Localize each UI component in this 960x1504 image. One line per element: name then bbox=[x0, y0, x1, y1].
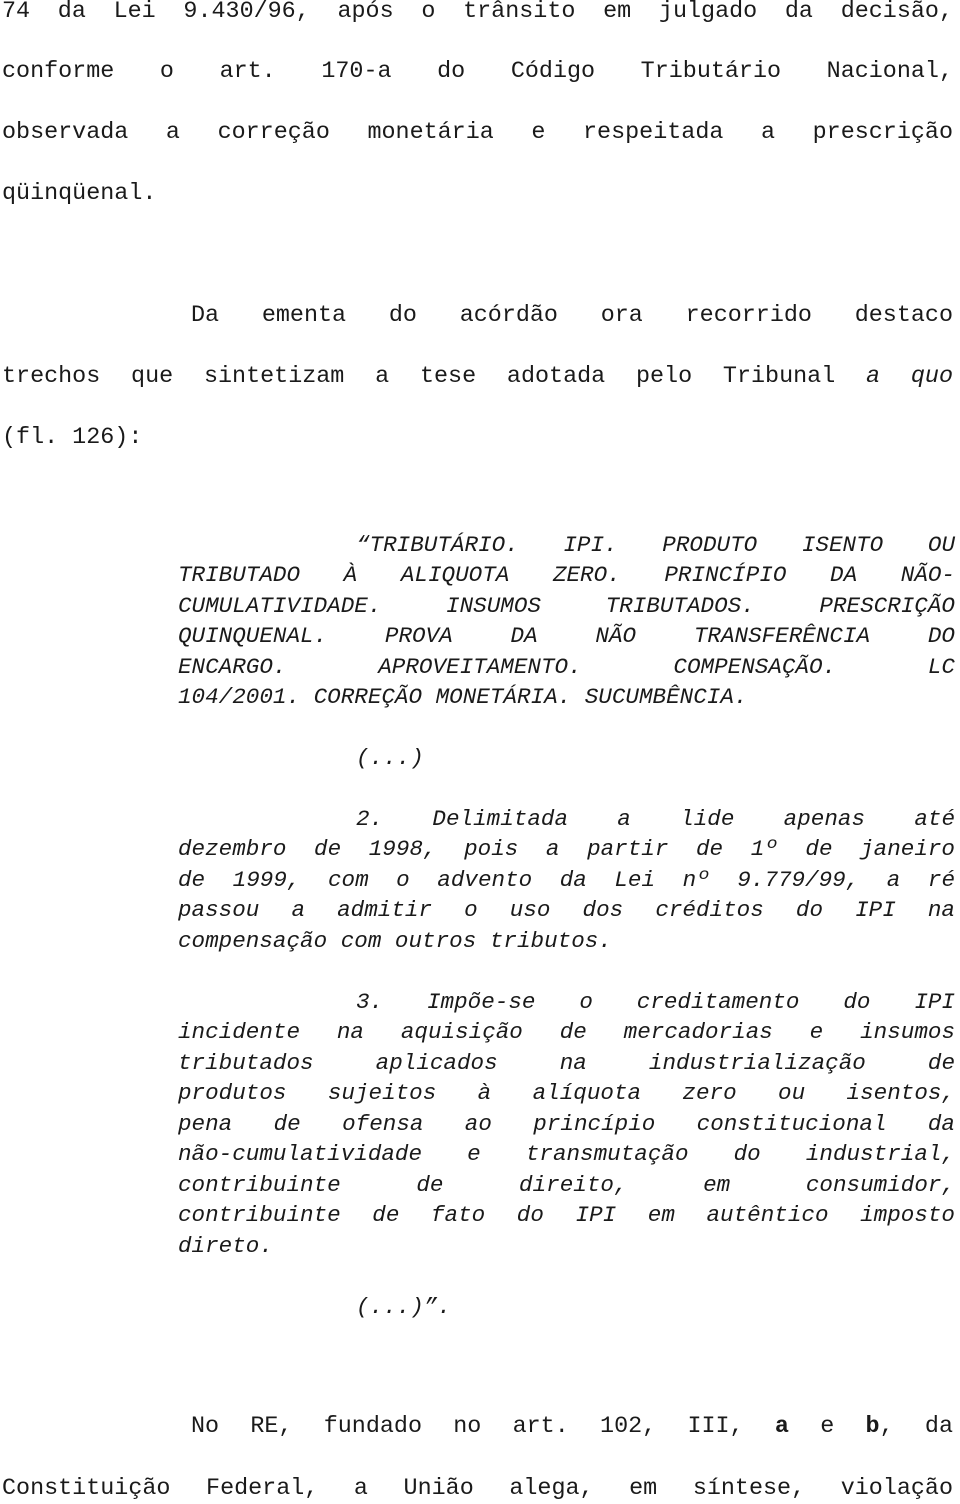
quote-item-3-line: tributados aplicados na industrialização… bbox=[178, 1050, 955, 1076]
quote-heading-line: QUINQUENAL. PROVA DA NÃO TRANSFERÊNCIA D… bbox=[178, 623, 955, 649]
latin-term: a quo bbox=[866, 364, 953, 390]
paragraph-2-text: trechos que sintetizam a tese adotada pe… bbox=[2, 364, 836, 390]
quote-item-2-line: de 1999, com o advento da Lei nº 9.779/9… bbox=[178, 867, 955, 893]
quote-item-3-line: incidente na aquisição de mercadorias e … bbox=[178, 1019, 955, 1045]
quote-item-3-line: direto. bbox=[178, 1233, 273, 1259]
paragraph-3-line: No RE, fundado no art. 102, III, a e b, … bbox=[191, 1412, 953, 1442]
paragraph-1-line: qüinqüenal. bbox=[2, 181, 157, 207]
paragraph-3-line: Constituição Federal, a União alega, em … bbox=[2, 1476, 953, 1502]
quote-heading-line: TRIBUTADO À ALIQUOTA ZERO. PRINCÍPIO DA … bbox=[178, 562, 955, 588]
quote-ellipsis-end: (...)”. bbox=[356, 1294, 451, 1320]
quote-heading-line: “TRIBUTÁRIO. IPI. PRODUTO ISENTO OU bbox=[356, 532, 955, 558]
paragraph-3-conj: e bbox=[820, 1414, 835, 1440]
quote-ellipsis: (...) bbox=[356, 745, 424, 771]
quote-item-3-line: pena de ofensa ao princípio constitucion… bbox=[178, 1111, 955, 1137]
quote-item-3-line: 3. Impõe-se o creditamento do IPI bbox=[356, 989, 955, 1015]
quote-item-2-line: dezembro de 1998, pois a partir de 1º de… bbox=[178, 836, 955, 862]
quote-item-3-line: não-cumulatividade e transmutação do ind… bbox=[178, 1141, 955, 1167]
paragraph-3-bold-a: a bbox=[774, 1414, 789, 1440]
paragraph-1-line: observada a correção monetária e respeit… bbox=[2, 120, 953, 146]
quote-heading-line: ENCARGO. APROVEITAMENTO. COMPENSAÇÃO. LC bbox=[178, 654, 955, 680]
paragraph-3-suffix: , da bbox=[879, 1414, 953, 1440]
paragraph-3-prefix: No RE, fundado no art. 102, III, bbox=[191, 1414, 744, 1440]
quote-item-3-line: contribuinte de fato do IPI em autêntico… bbox=[178, 1202, 955, 1228]
paragraph-1-line: 74 da Lei 9.430/96, após o trânsito em j… bbox=[2, 0, 953, 25]
paragraph-2-line: trechos que sintetizam a tese adotada pe… bbox=[2, 362, 953, 392]
paragraph-1-line: conforme o art. 170-a do Código Tributár… bbox=[2, 59, 953, 85]
quote-item-2-line: compensação com outros tributos. bbox=[178, 928, 612, 954]
paragraph-2-line: (fl. 126): bbox=[2, 425, 143, 451]
paragraph-3-bold-b: b bbox=[865, 1414, 880, 1440]
quote-item-2-line: passou a admitir o uso dos créditos do I… bbox=[178, 897, 955, 923]
quote-heading-line: CUMULATIVIDADE. INSUMOS TRIBUTADOS. PRES… bbox=[178, 593, 955, 619]
paragraph-2-line: Da ementa do acórdão ora recorrido desta… bbox=[191, 303, 953, 329]
quote-item-2-line: 2. Delimitada a lide apenas até bbox=[356, 806, 955, 832]
quote-heading-line: 104/2001. CORREÇÃO MONETÁRIA. SUCUMBÊNCI… bbox=[178, 684, 748, 710]
quote-item-3-line: produtos sujeitos à alíquota zero ou ise… bbox=[178, 1080, 955, 1106]
quote-item-3-line: contribuinte de direito, em consumidor, bbox=[178, 1172, 955, 1198]
